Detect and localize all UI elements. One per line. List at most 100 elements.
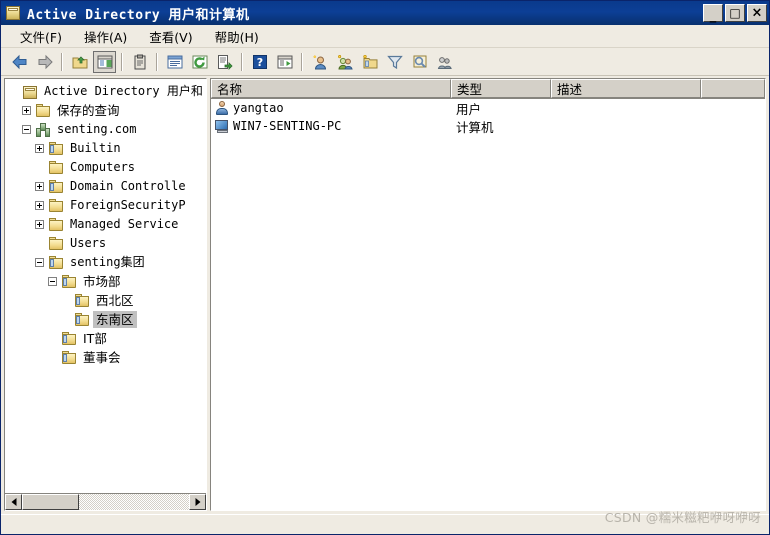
title-bar: Active Directory 用户和计算机 _ □ × xyxy=(1,1,769,25)
folder-icon xyxy=(48,198,64,214)
new-ou-icon[interactable] xyxy=(358,51,381,73)
folder-icon xyxy=(48,236,64,252)
close-button[interactable]: × xyxy=(747,4,767,22)
tree-node[interactable]: IT部 xyxy=(5,329,206,348)
object-list[interactable]: yangtao 用户 WIN7-SENTING-PC 计算机 xyxy=(211,99,765,510)
tree-node[interactable]: 保存的查询 xyxy=(5,101,206,120)
menu-bar: 文件(F) 操作(A) 查看(V) 帮助(H) xyxy=(1,25,769,48)
maximize-icon: □ xyxy=(729,6,741,20)
column-header-type[interactable]: 类型 xyxy=(451,79,551,98)
list-item-name-cell: yangtao xyxy=(211,100,451,116)
tree-node-label: 西北区 xyxy=(96,293,134,308)
builtin-folder-icon xyxy=(48,141,64,157)
delegate-control-icon[interactable] xyxy=(433,51,456,73)
tree-horizontal-scrollbar[interactable] xyxy=(5,493,206,510)
expand-node-icon[interactable] xyxy=(35,182,44,191)
ou-folder-icon xyxy=(74,293,90,309)
export-list-icon[interactable] xyxy=(213,51,236,73)
tree-node[interactable]: ForeignSecurityP xyxy=(5,196,206,215)
column-header-name[interactable]: 名称 xyxy=(211,79,451,98)
column-header-blank[interactable] xyxy=(701,79,765,98)
tree-node[interactable]: Domain Controlle xyxy=(5,177,206,196)
console-root-icon xyxy=(22,84,38,100)
filter-icon[interactable] xyxy=(383,51,406,73)
folder-icon xyxy=(48,160,64,176)
forward-arrow-icon[interactable] xyxy=(33,51,56,73)
tree-node[interactable]: Builtin xyxy=(5,139,206,158)
collapse-node-icon[interactable] xyxy=(48,277,57,286)
ou-folder-icon xyxy=(61,331,77,347)
up-folder-icon[interactable] xyxy=(68,51,91,73)
tree-node[interactable]: Users xyxy=(5,234,206,253)
scroll-left-button[interactable] xyxy=(5,494,22,510)
tree-node[interactable]: Active Directory 用户和 xyxy=(5,82,206,101)
expand-node-icon[interactable] xyxy=(35,201,44,210)
tree-node[interactable]: 市场部 xyxy=(5,272,206,291)
find-icon[interactable] xyxy=(408,51,431,73)
window-title: Active Directory 用户和计算机 xyxy=(27,7,250,23)
column-header-description[interactable]: 描述 xyxy=(551,79,701,98)
tree-node-label: Computers xyxy=(70,160,136,174)
list-item[interactable]: yangtao 用户 xyxy=(211,99,765,117)
tree-node[interactable]: 董事会 xyxy=(5,348,206,367)
minimize-icon: _ xyxy=(709,8,717,24)
tree-node-label: Active Directory 用户和 xyxy=(44,84,203,98)
menu-help[interactable]: 帮助(H) xyxy=(204,25,270,48)
list-view-icon[interactable] xyxy=(163,51,186,73)
menu-file[interactable]: 文件(F) xyxy=(9,25,73,48)
tree-node-label: Users xyxy=(70,236,107,250)
toolbar-separator xyxy=(301,52,303,71)
status-bar xyxy=(1,514,769,534)
toolbar: ? xyxy=(1,48,769,76)
tree-node-label: ForeignSecurityP xyxy=(70,198,186,212)
menu-action[interactable]: 操作(A) xyxy=(73,25,138,48)
console-tree[interactable]: Active Directory 用户和保存的查询 senting.com Buil… xyxy=(5,79,206,493)
minimize-button[interactable]: _ xyxy=(703,4,723,22)
folder-icon xyxy=(35,103,51,119)
tree-node-label: Builtin xyxy=(70,141,121,155)
new-group-icon[interactable] xyxy=(333,51,356,73)
menu-view[interactable]: 查看(V) xyxy=(138,25,203,48)
properties-clipboard-icon[interactable] xyxy=(128,51,151,73)
show-console-tree-icon[interactable] xyxy=(93,50,116,73)
scrollbar-thumb[interactable] xyxy=(22,494,79,510)
tree-node[interactable]: Computers xyxy=(5,158,206,177)
client-area: Active Directory 用户和保存的查询 senting.com Buil… xyxy=(1,76,769,514)
tree-node[interactable]: senting集团 xyxy=(5,253,206,272)
list-item-name: WIN7-SENTING-PC xyxy=(233,119,342,133)
scroll-right-button[interactable] xyxy=(189,494,206,510)
user-icon xyxy=(214,100,230,116)
expand-node-icon[interactable] xyxy=(22,106,31,115)
list-item-type: 计算机 xyxy=(456,119,494,135)
ou-folder-icon xyxy=(48,255,64,271)
collapse-node-icon[interactable] xyxy=(22,125,31,134)
domain-icon xyxy=(35,122,51,138)
tree-node[interactable]: 西北区 xyxy=(5,291,206,310)
expand-node-icon[interactable] xyxy=(35,144,44,153)
window-controls: _ □ × xyxy=(703,4,767,22)
details-pane: 名称 类型 描述 yangtao 用户 WIN7-SENTING-PC 计算机 xyxy=(210,78,766,511)
help-icon[interactable]: ? xyxy=(248,51,271,73)
expand-node-icon[interactable] xyxy=(35,220,44,229)
new-user-icon[interactable] xyxy=(308,51,331,73)
active-directory-window: Active Directory 用户和计算机 _ □ × 文件(F) 操作(A… xyxy=(0,0,770,535)
tree-node[interactable]: Managed Service xyxy=(5,215,206,234)
refresh-icon[interactable] xyxy=(188,51,211,73)
tree-node[interactable]: 东南区 xyxy=(5,310,206,329)
scrollbar-track[interactable] xyxy=(22,494,189,510)
console-tree-pane: Active Directory 用户和保存的查询 senting.com Buil… xyxy=(4,78,207,511)
toolbar-separator xyxy=(156,52,158,71)
collapse-node-icon[interactable] xyxy=(35,258,44,267)
tree-node-label: 董事会 xyxy=(83,350,121,365)
run-console-icon[interactable] xyxy=(273,51,296,73)
list-item[interactable]: WIN7-SENTING-PC 计算机 xyxy=(211,117,765,135)
tree-node[interactable]: senting.com xyxy=(5,120,206,139)
computer-icon xyxy=(214,118,230,134)
svg-text:?: ? xyxy=(256,56,262,69)
toolbar-separator xyxy=(241,52,243,71)
ou-folder-icon xyxy=(61,350,77,366)
back-arrow-icon[interactable] xyxy=(8,51,31,73)
maximize-button[interactable]: □ xyxy=(725,4,745,22)
list-item-name: yangtao xyxy=(233,101,284,115)
toolbar-separator xyxy=(121,52,123,71)
